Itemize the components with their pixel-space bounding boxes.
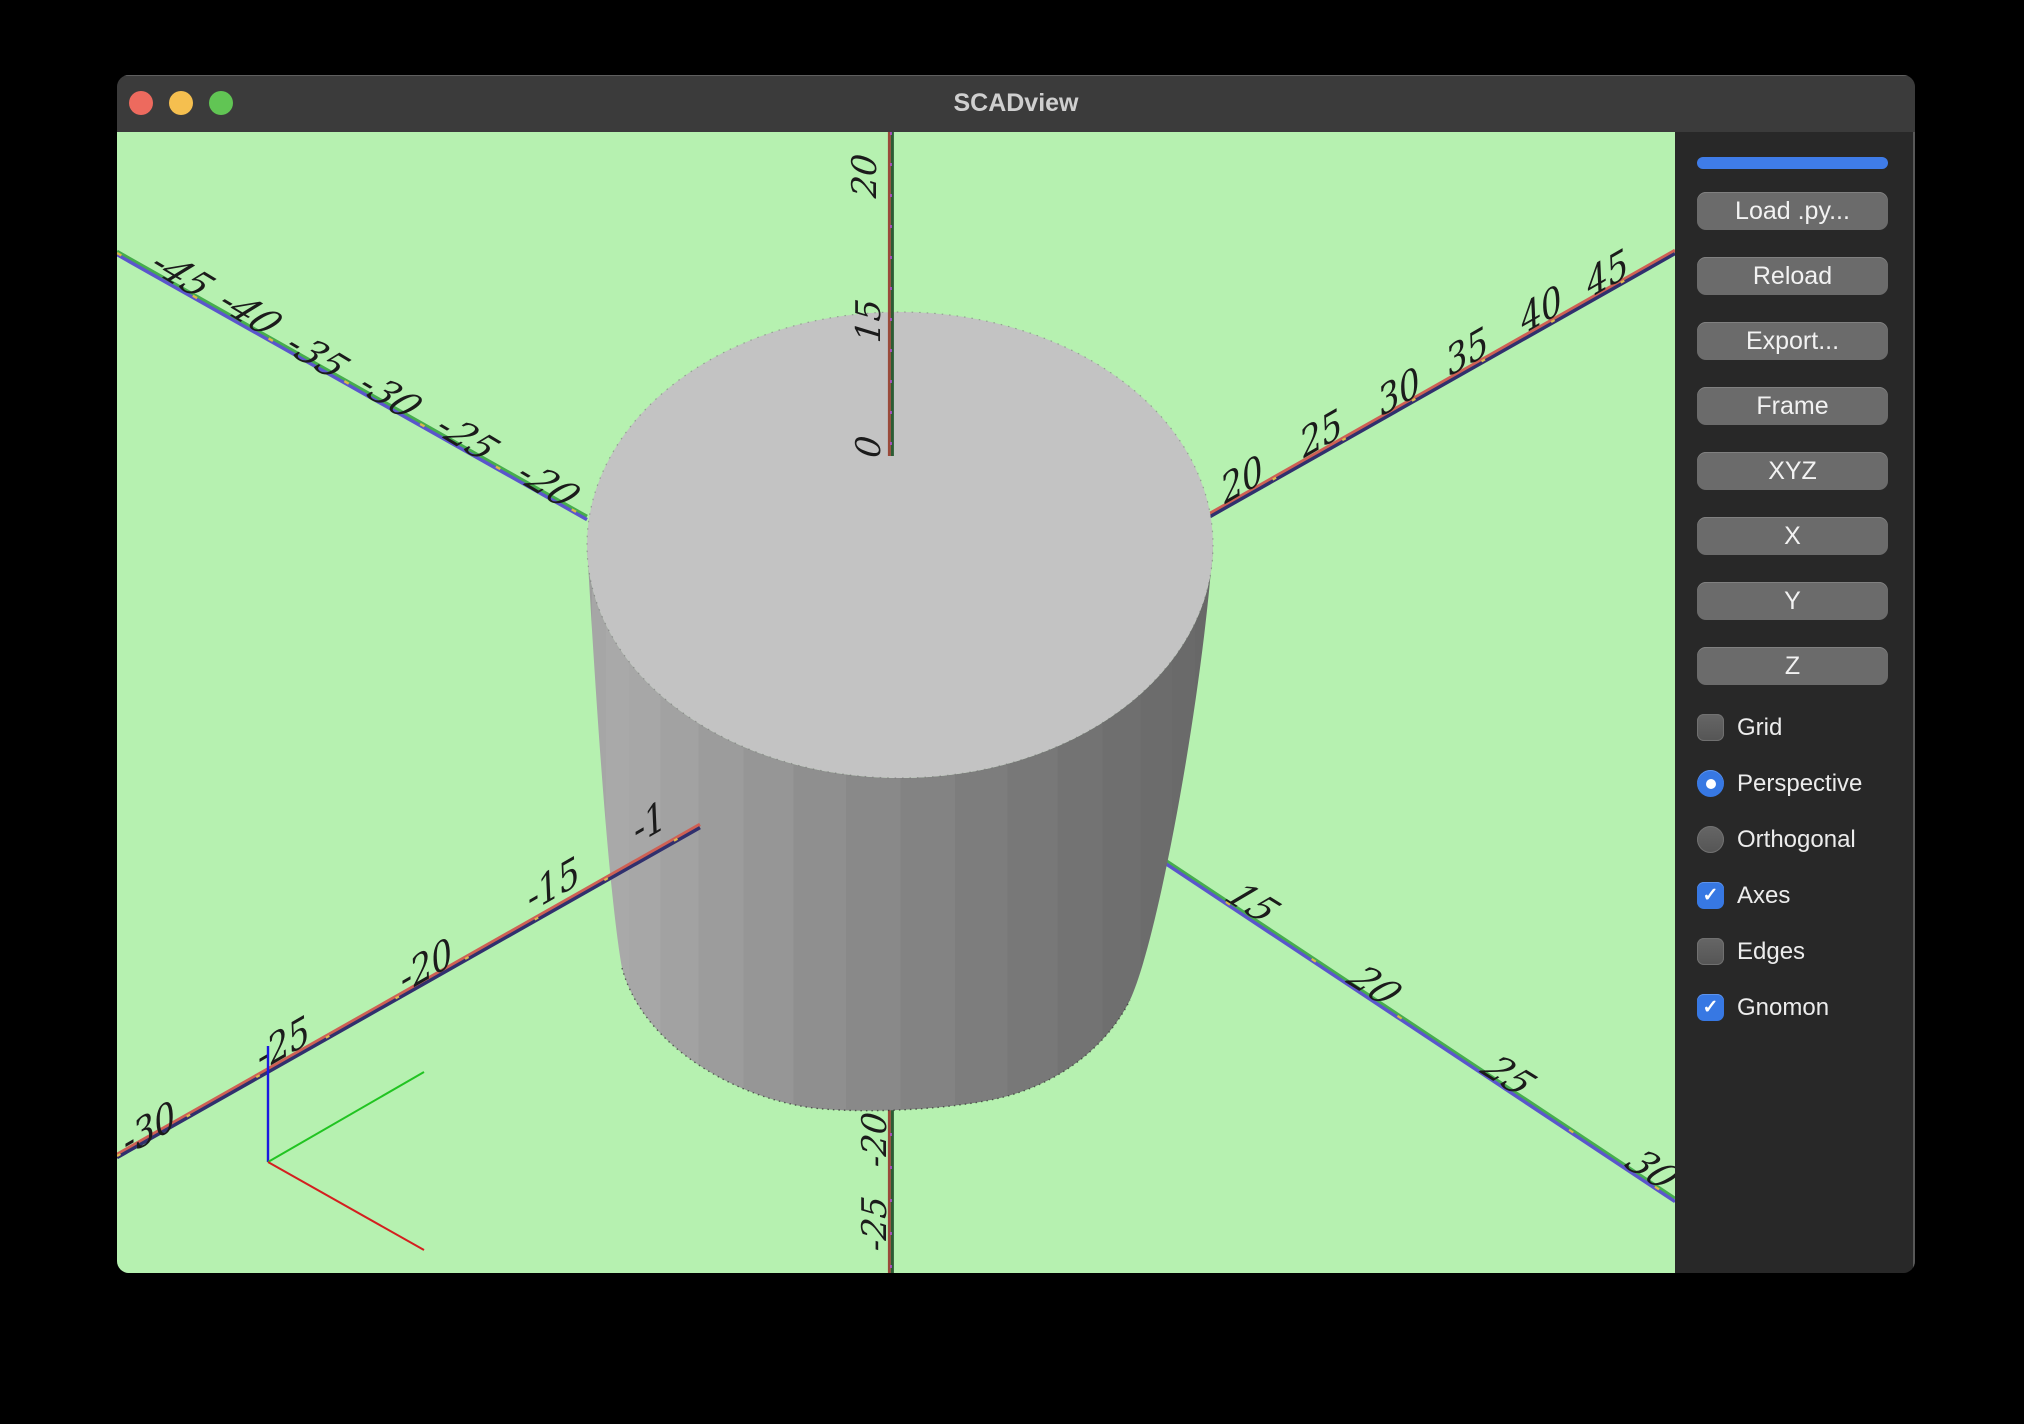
axis-tick-label-y_positive: 15	[1216, 876, 1290, 930]
sidebar-button-x[interactable]: X	[1697, 517, 1888, 555]
toggle-label-grid: Grid	[1737, 714, 1782, 742]
window-title: SCADview	[117, 89, 1915, 118]
axis-tick-label-x_negative: -30	[119, 1092, 180, 1166]
toggle-label-perspective: Perspective	[1737, 770, 1862, 798]
axis-z-bottom: -20-25	[855, 1100, 895, 1273]
toggle-label-axes: Axes	[1737, 882, 1790, 910]
axis-tick-label-y_positive: 30	[1616, 1143, 1675, 1197]
sidebar-toggles: Grid Perspective Orthogonal ✓ Axes Edges ✓ Gnom…	[1697, 714, 1915, 1021]
axis-x-positive: 20 25 30 35 4045	[1203, 240, 1675, 521]
toggle-label-orthogonal: Orthogonal	[1737, 826, 1856, 854]
sidebar-button-load-py[interactable]: Load .py...	[1697, 192, 1888, 230]
traffic-lights	[129, 91, 233, 115]
axis-tick-label-y_negative: -30	[347, 366, 432, 426]
axis-tick-label-z_bottom: -25	[855, 1194, 895, 1253]
toggle-row-grid[interactable]: Grid	[1697, 714, 1915, 741]
toggle-row-gnomon[interactable]: ✓ Gnomon	[1697, 994, 1915, 1021]
axis-tick-label-x_positive: 25	[1295, 400, 1346, 468]
axis-tick-label-y_negative: -20	[505, 455, 590, 515]
sidebar-button-y[interactable]: Y	[1697, 582, 1888, 620]
radio-orthogonal-icon[interactable]	[1697, 826, 1724, 853]
axis-tick-label-y_positive: 20	[1337, 958, 1412, 1012]
gnomon-y-axis	[268, 1072, 424, 1162]
gnomon	[268, 1046, 424, 1250]
axis-tick-label-x_positive: 20	[1216, 446, 1267, 514]
zoom-button-icon[interactable]	[209, 91, 233, 115]
checkbox-gnomon-icon[interactable]: ✓	[1697, 994, 1724, 1021]
axis-y-negative: -45-40-35-30-25-20	[117, 245, 590, 520]
axis-tick-label-y_negative: -40	[207, 283, 292, 343]
axis-tick-label-z_top: 15	[849, 297, 889, 344]
axis-y-positive: 015202530	[1115, 815, 1675, 1202]
toggle-label-edges: Edges	[1737, 938, 1805, 966]
axis-tick-label-z_bottom: -20	[855, 1110, 895, 1169]
axis-tick-label-y_negative: -25	[424, 408, 509, 468]
axis-tick-label-x_negative: -20	[396, 929, 457, 1003]
axis-tick-label-x_positive: 45	[1581, 240, 1632, 308]
progress-bar	[1697, 157, 1888, 169]
axis-tick-label-z_top: 20	[845, 152, 885, 200]
axis-tick-label-z_top: 0	[849, 434, 889, 460]
app-window: SCADview	[117, 75, 1915, 1273]
axis-tick-label-x_negative: -25	[253, 1007, 314, 1081]
sidebar-button-z[interactable]: Z	[1697, 647, 1888, 685]
minimize-button-icon[interactable]	[169, 91, 193, 115]
radio-perspective-icon[interactable]	[1697, 770, 1724, 797]
cylinder-top-face	[587, 312, 1213, 778]
toggle-label-gnomon: Gnomon	[1737, 994, 1829, 1022]
axis-tick-label-y_negative: -45	[139, 245, 224, 305]
sidebar-button-frame[interactable]: Frame	[1697, 387, 1888, 425]
toggle-row-axes[interactable]: ✓ Axes	[1697, 882, 1915, 909]
axis-tick-label-y_negative: -35	[274, 326, 359, 386]
axis-tick-label-y_positive: 25	[1471, 1048, 1546, 1102]
checkbox-axes-icon[interactable]: ✓	[1697, 882, 1724, 909]
sidebar: Load .py... Reload Export... Frame XYZ XYZ Gr…	[1675, 132, 1915, 1273]
checkbox-grid-icon[interactable]	[1697, 714, 1724, 741]
cylinder	[587, 312, 1213, 1111]
sidebar-button-reload[interactable]: Reload	[1697, 257, 1888, 295]
gnomon-x-axis	[268, 1162, 424, 1250]
toggle-row-edges[interactable]: Edges	[1697, 938, 1915, 965]
sidebar-buttons: Load .py... Reload Export... Frame XYZ XYZ	[1697, 192, 1915, 685]
title-bar[interactable]: SCADview	[117, 75, 1915, 132]
toggle-row-orthogonal[interactable]: Orthogonal	[1697, 826, 1915, 853]
sidebar-button-export[interactable]: Export...	[1697, 322, 1888, 360]
window-content: -45-40-35-30-25-20 202530354045 01520253…	[117, 132, 1915, 1273]
axis-tick-label-x_positive: 30	[1374, 358, 1424, 426]
axis-tick-label-x_positive: 40	[1515, 276, 1566, 344]
toggle-row-perspective[interactable]: Perspective	[1697, 770, 1915, 797]
viewport-3d[interactable]: -45-40-35-30-25-20 202530354045 01520253…	[117, 132, 1675, 1273]
sidebar-button-xyz[interactable]: XYZ	[1697, 452, 1888, 490]
close-button-icon[interactable]	[129, 91, 153, 115]
axis-tick-label-x_positive: 35	[1442, 318, 1492, 386]
checkbox-edges-icon[interactable]	[1697, 938, 1724, 965]
scene-canvas: -45-40-35-30-25-20 202530354045 01520253…	[117, 132, 1675, 1273]
